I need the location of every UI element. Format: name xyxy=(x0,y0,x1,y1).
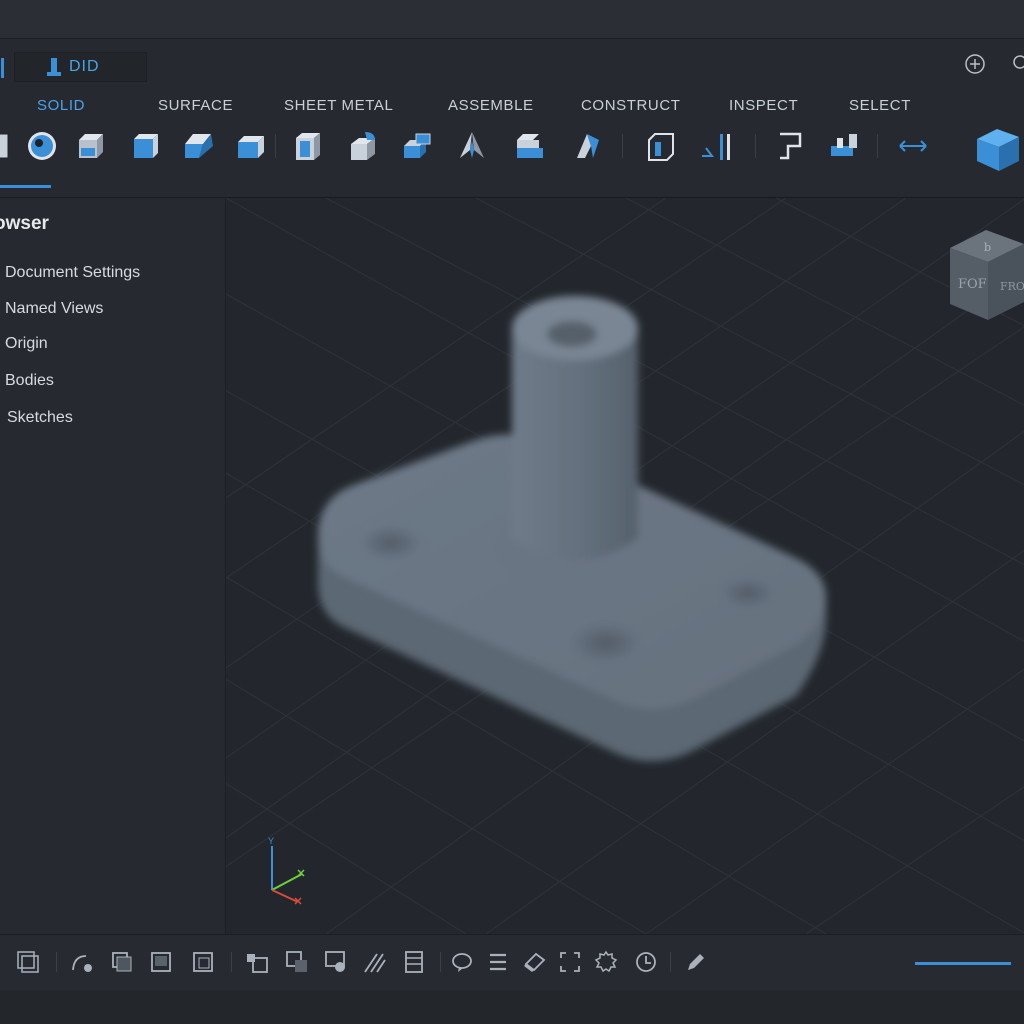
bottom-divider xyxy=(440,952,441,972)
layout-icon[interactable] xyxy=(402,950,426,974)
tab-edge-marker xyxy=(1,58,4,78)
model-view xyxy=(226,198,1024,934)
tab-assemble[interactable]: ASSEMBLE xyxy=(448,97,534,114)
viewcube-front-label: FOF xyxy=(958,277,987,292)
document-tab[interactable]: DID xyxy=(1,52,147,82)
document-tab-label: DID xyxy=(69,58,100,75)
extrude-icon[interactable] xyxy=(183,130,215,162)
bottom-divider xyxy=(56,952,57,972)
split-body-icon[interactable] xyxy=(571,130,603,162)
midplane-icon[interactable] xyxy=(774,130,806,162)
toolbar-divider xyxy=(622,134,623,158)
tab-select[interactable]: SELECT xyxy=(849,97,911,114)
tab-inspect[interactable]: INSPECT xyxy=(729,97,798,114)
active-tab-indicator xyxy=(0,185,51,188)
visual-style-icon[interactable] xyxy=(285,950,309,974)
bottom-divider xyxy=(231,952,232,972)
cylinder-icon[interactable] xyxy=(292,130,324,162)
pencil-icon[interactable] xyxy=(684,950,708,974)
toolbar-divider xyxy=(877,134,878,158)
tab-solid[interactable]: SOLID xyxy=(37,97,85,114)
browser-item-named-views[interactable]: Named Views xyxy=(5,300,103,318)
measure-icon[interactable] xyxy=(897,130,929,162)
sphere-icon[interactable] xyxy=(26,130,58,162)
timeline-progress-bar xyxy=(915,962,1011,965)
clock-icon[interactable] xyxy=(634,950,658,974)
plane-icon[interactable] xyxy=(645,130,677,162)
list-icon[interactable] xyxy=(486,950,510,974)
axis-triad: Y xyxy=(268,836,305,905)
offset-plane-icon[interactable] xyxy=(700,130,732,162)
browser-item-bodies[interactable]: Bodies xyxy=(5,372,54,390)
add-icon[interactable] xyxy=(965,54,985,74)
selection-box-icon[interactable] xyxy=(558,950,582,974)
viewcube-top-label: b xyxy=(984,241,991,254)
search-icon[interactable] xyxy=(1012,54,1024,74)
title-strip xyxy=(0,0,1024,39)
bottom-divider xyxy=(670,952,671,972)
view-cube-icon[interactable] xyxy=(975,127,1021,173)
box-icon[interactable] xyxy=(130,130,162,162)
canvas-viewport[interactable]: b FOF FRO Y xyxy=(226,198,1024,934)
viewcube-right-label: FRO xyxy=(1000,280,1024,293)
zoom-icon[interactable] xyxy=(149,950,173,974)
3d-model-part[interactable] xyxy=(318,296,826,762)
view-icon[interactable] xyxy=(245,950,269,974)
comment-icon[interactable] xyxy=(450,950,474,974)
tab-surface[interactable]: SURFACE xyxy=(158,97,233,114)
loft-icon[interactable] xyxy=(456,130,488,162)
browser-item-origin[interactable]: Origin xyxy=(5,335,48,353)
tab-sheet-metal[interactable]: SHEET METAL xyxy=(284,97,393,114)
shell-icon[interactable] xyxy=(234,130,266,162)
browser-title: owser xyxy=(0,213,49,234)
toolbar-divider xyxy=(755,134,756,158)
tab-construct[interactable]: CONSTRUCT xyxy=(581,97,681,114)
pan-icon[interactable] xyxy=(110,950,134,974)
document-icon xyxy=(47,58,61,76)
environment-icon[interactable] xyxy=(324,950,348,974)
sketch-tool-icon[interactable] xyxy=(0,130,16,162)
browser-item-document-settings[interactable]: Document Settings xyxy=(5,264,140,282)
combine-icon[interactable] xyxy=(402,130,434,162)
bottom-strip xyxy=(0,990,1024,1024)
toolbar-divider xyxy=(275,134,276,158)
display-settings-icon[interactable] xyxy=(16,950,40,974)
browser-item-sketches[interactable]: Sketches xyxy=(7,409,73,427)
fit-icon[interactable] xyxy=(191,950,215,974)
press-pull-icon[interactable] xyxy=(513,130,545,162)
grid-icon[interactable] xyxy=(363,950,387,974)
axis-y-label: Y xyxy=(268,836,274,846)
align-icon[interactable] xyxy=(829,130,861,162)
ribbon-toolbar xyxy=(0,39,1024,198)
view-cube[interactable]: b FOF FRO xyxy=(948,228,1024,322)
fillet-icon[interactable] xyxy=(347,130,379,162)
orbit-icon[interactable] xyxy=(70,950,94,974)
box-icon[interactable] xyxy=(75,130,107,162)
section-analysis-icon[interactable] xyxy=(522,950,546,974)
settings-gear-icon[interactable] xyxy=(594,950,618,974)
